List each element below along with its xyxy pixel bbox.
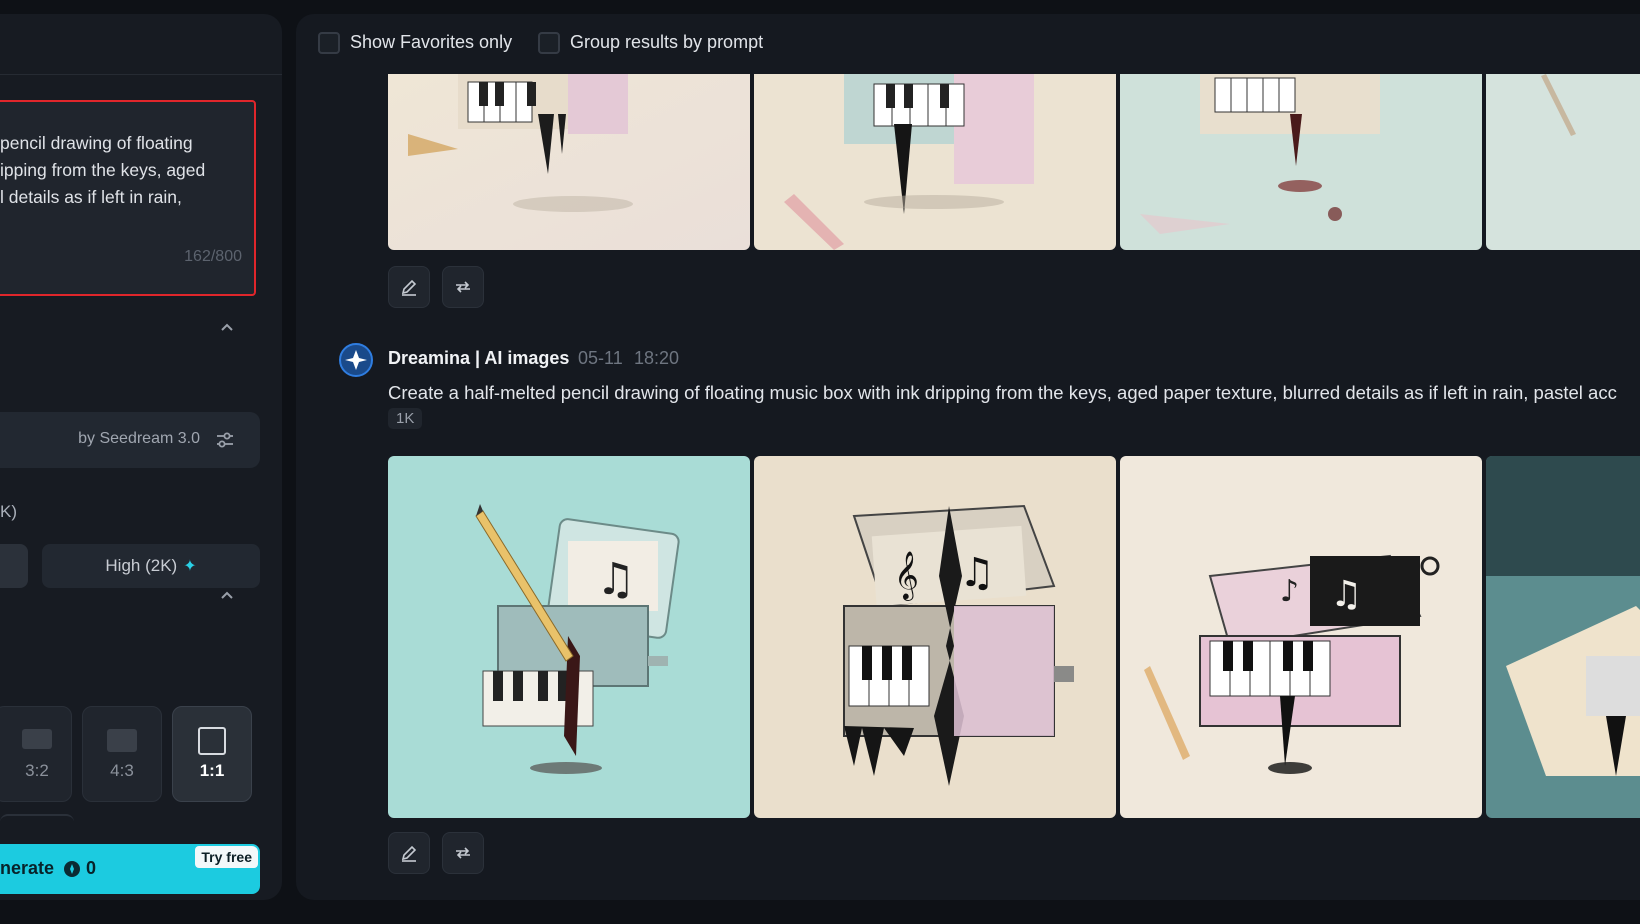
entry-time: 18:20: [634, 348, 680, 368]
dreamina-avatar-icon: [339, 343, 373, 377]
group-results-checkbox[interactable]: [538, 32, 560, 54]
prompt-input-box[interactable]: pencil drawing of floating ipping from t…: [0, 100, 256, 296]
ratio-label: 3:2: [25, 761, 49, 780]
generated-image[interactable]: [388, 74, 750, 250]
regenerate-button[interactable]: [442, 832, 484, 874]
ratio-label: 4:3: [110, 761, 134, 780]
generated-image[interactable]: [1486, 74, 1640, 250]
generated-image[interactable]: ♫ ♪: [1120, 456, 1482, 818]
model-label: by Seedream 3.0: [78, 430, 200, 447]
author-name: Dreamina | AI images: [388, 348, 570, 368]
group-results-label[interactable]: Group results by prompt: [570, 32, 763, 53]
show-favorites-label[interactable]: Show Favorites only: [350, 32, 512, 53]
chevron-up-icon[interactable]: [220, 590, 234, 600]
generate-button[interactable]: nerate 0 Try free: [0, 844, 260, 894]
chevron-up-icon[interactable]: [220, 322, 234, 332]
resolution-badge: 1K: [388, 408, 423, 429]
generated-image[interactable]: [754, 74, 1116, 250]
generate-label: nerate: [0, 858, 55, 878]
ratio-option-1-1[interactable]: 1:1: [172, 706, 252, 802]
sparkle-icon: ✦: [183, 558, 197, 575]
pencil-icon: [401, 279, 417, 296]
left-panel-divider: [0, 74, 282, 75]
ratio-option-3-2[interactable]: 3:2: [0, 706, 72, 802]
prompt-char-count: 162/800: [184, 248, 242, 265]
model-selector[interactable]: by Seedream 3.0: [0, 412, 260, 468]
ratio-shape: [198, 727, 226, 755]
quality-high-option[interactable]: High (2K) ✦: [42, 544, 260, 588]
credit-icon: [64, 861, 80, 877]
svg-text:♫: ♫: [1330, 574, 1362, 615]
ratio-label: 1:1: [199, 761, 225, 780]
edit-button[interactable]: [388, 266, 430, 308]
pencil-icon: [401, 845, 417, 862]
quality-standard-option[interactable]: [0, 544, 28, 588]
ratio-shape: [107, 729, 137, 752]
svg-text:♫: ♫: [959, 550, 995, 596]
show-favorites-checkbox[interactable]: [318, 32, 340, 54]
generate-credit-count: 0: [86, 858, 97, 878]
left-panel: pencil drawing of floating ipping from t…: [0, 14, 282, 900]
resolution-label: K): [0, 502, 17, 521]
results-panel: Show Favorites only Group results by pro…: [296, 14, 1640, 900]
ratio-row-partial: [0, 814, 74, 824]
svg-text:♫: ♫: [596, 554, 635, 605]
ratio-shape: [22, 729, 52, 749]
generated-image[interactable]: 𝄞 ♫: [754, 456, 1116, 818]
ratio-option-4-3[interactable]: 4:3: [82, 706, 162, 802]
svg-text:𝄞: 𝄞: [894, 550, 919, 601]
quality-high-label: High (2K): [105, 556, 178, 575]
settings-sliders-icon[interactable]: [214, 429, 236, 451]
entry-prompt[interactable]: Create a half-melted pencil drawing of f…: [388, 382, 1617, 404]
repeat-icon: [456, 281, 470, 293]
regenerate-button[interactable]: [442, 266, 484, 308]
try-free-badge: Try free: [195, 846, 258, 868]
svg-text:♪: ♪: [1280, 574, 1299, 609]
prompt-text[interactable]: pencil drawing of floating ipping from t…: [0, 130, 260, 211]
repeat-icon: [456, 847, 470, 859]
entry-date: 05-11: [578, 348, 623, 368]
edit-button[interactable]: [388, 832, 430, 874]
generated-image[interactable]: [1120, 74, 1482, 250]
generated-image[interactable]: [1486, 456, 1640, 818]
generated-image[interactable]: ♫: [388, 456, 750, 818]
